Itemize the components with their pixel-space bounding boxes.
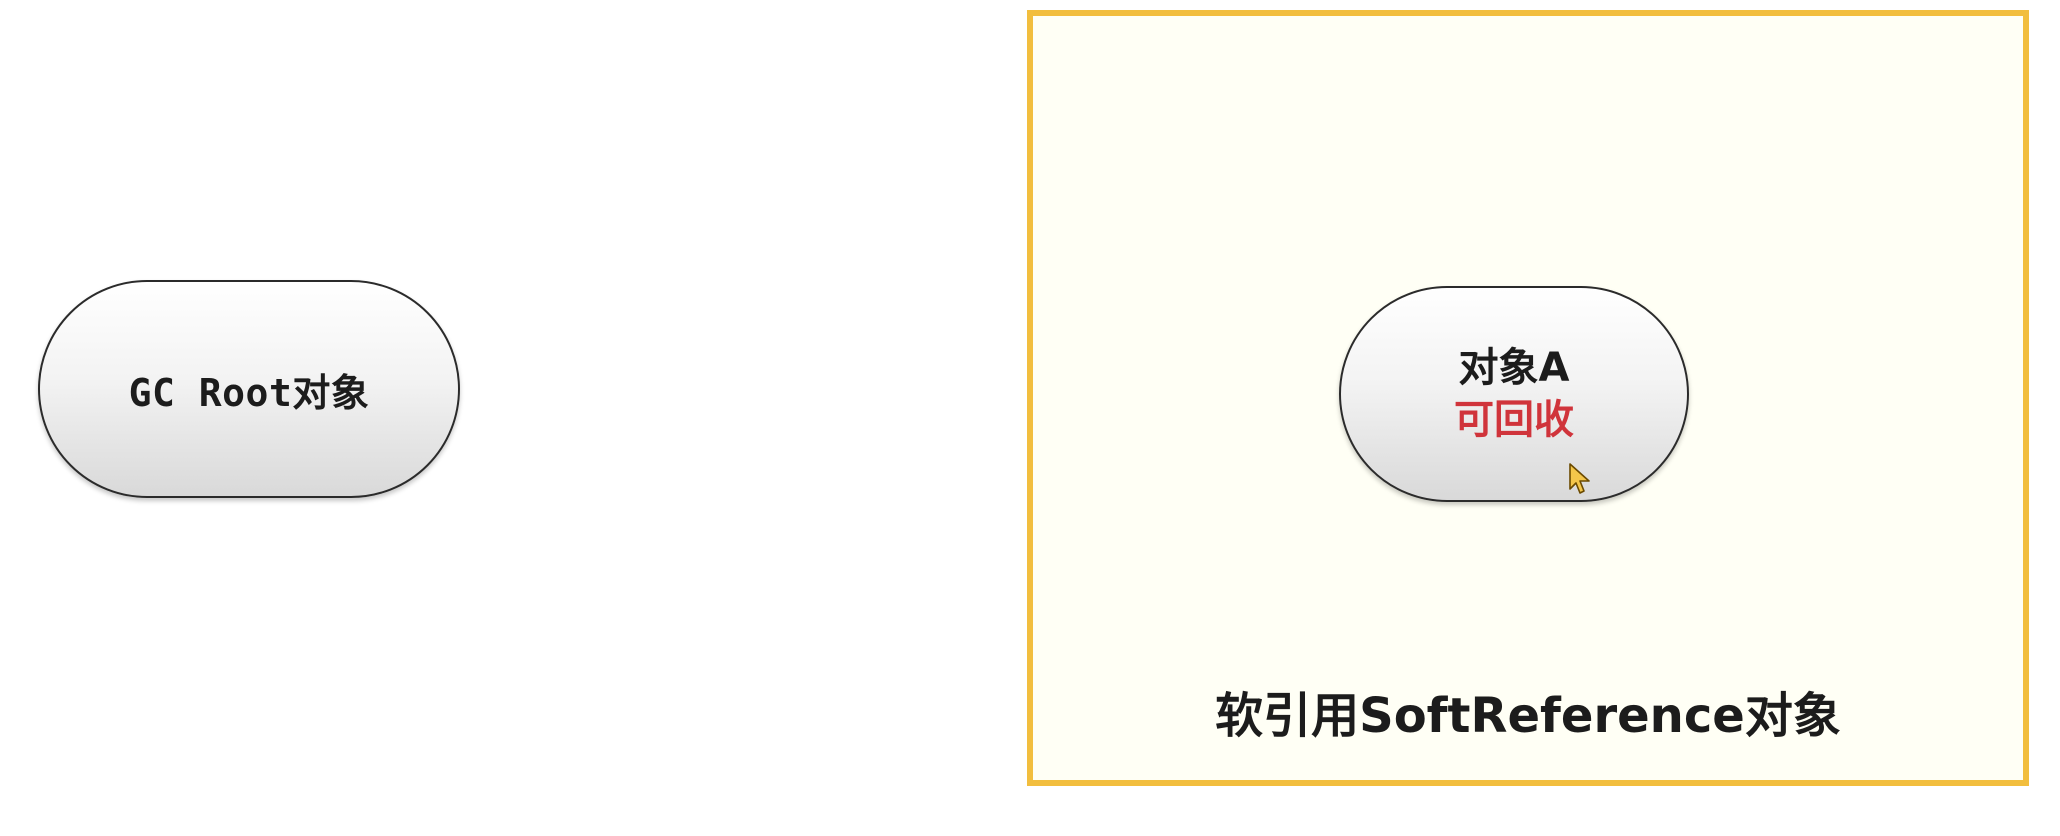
object-a-status: 可回收	[1454, 397, 1574, 443]
soft-reference-container: 对象A 可回收 软引用SoftReference对象	[1027, 10, 2029, 786]
object-a-name: 对象A	[1458, 345, 1570, 391]
gc-root-node: GC Root对象	[38, 280, 460, 498]
gc-root-label: GC Root对象	[128, 370, 370, 415]
object-a-node: 对象A 可回收	[1339, 286, 1689, 502]
soft-reference-label: 软引用SoftReference对象	[1215, 688, 1841, 744]
pointer-cursor-icon	[1569, 463, 1590, 494]
